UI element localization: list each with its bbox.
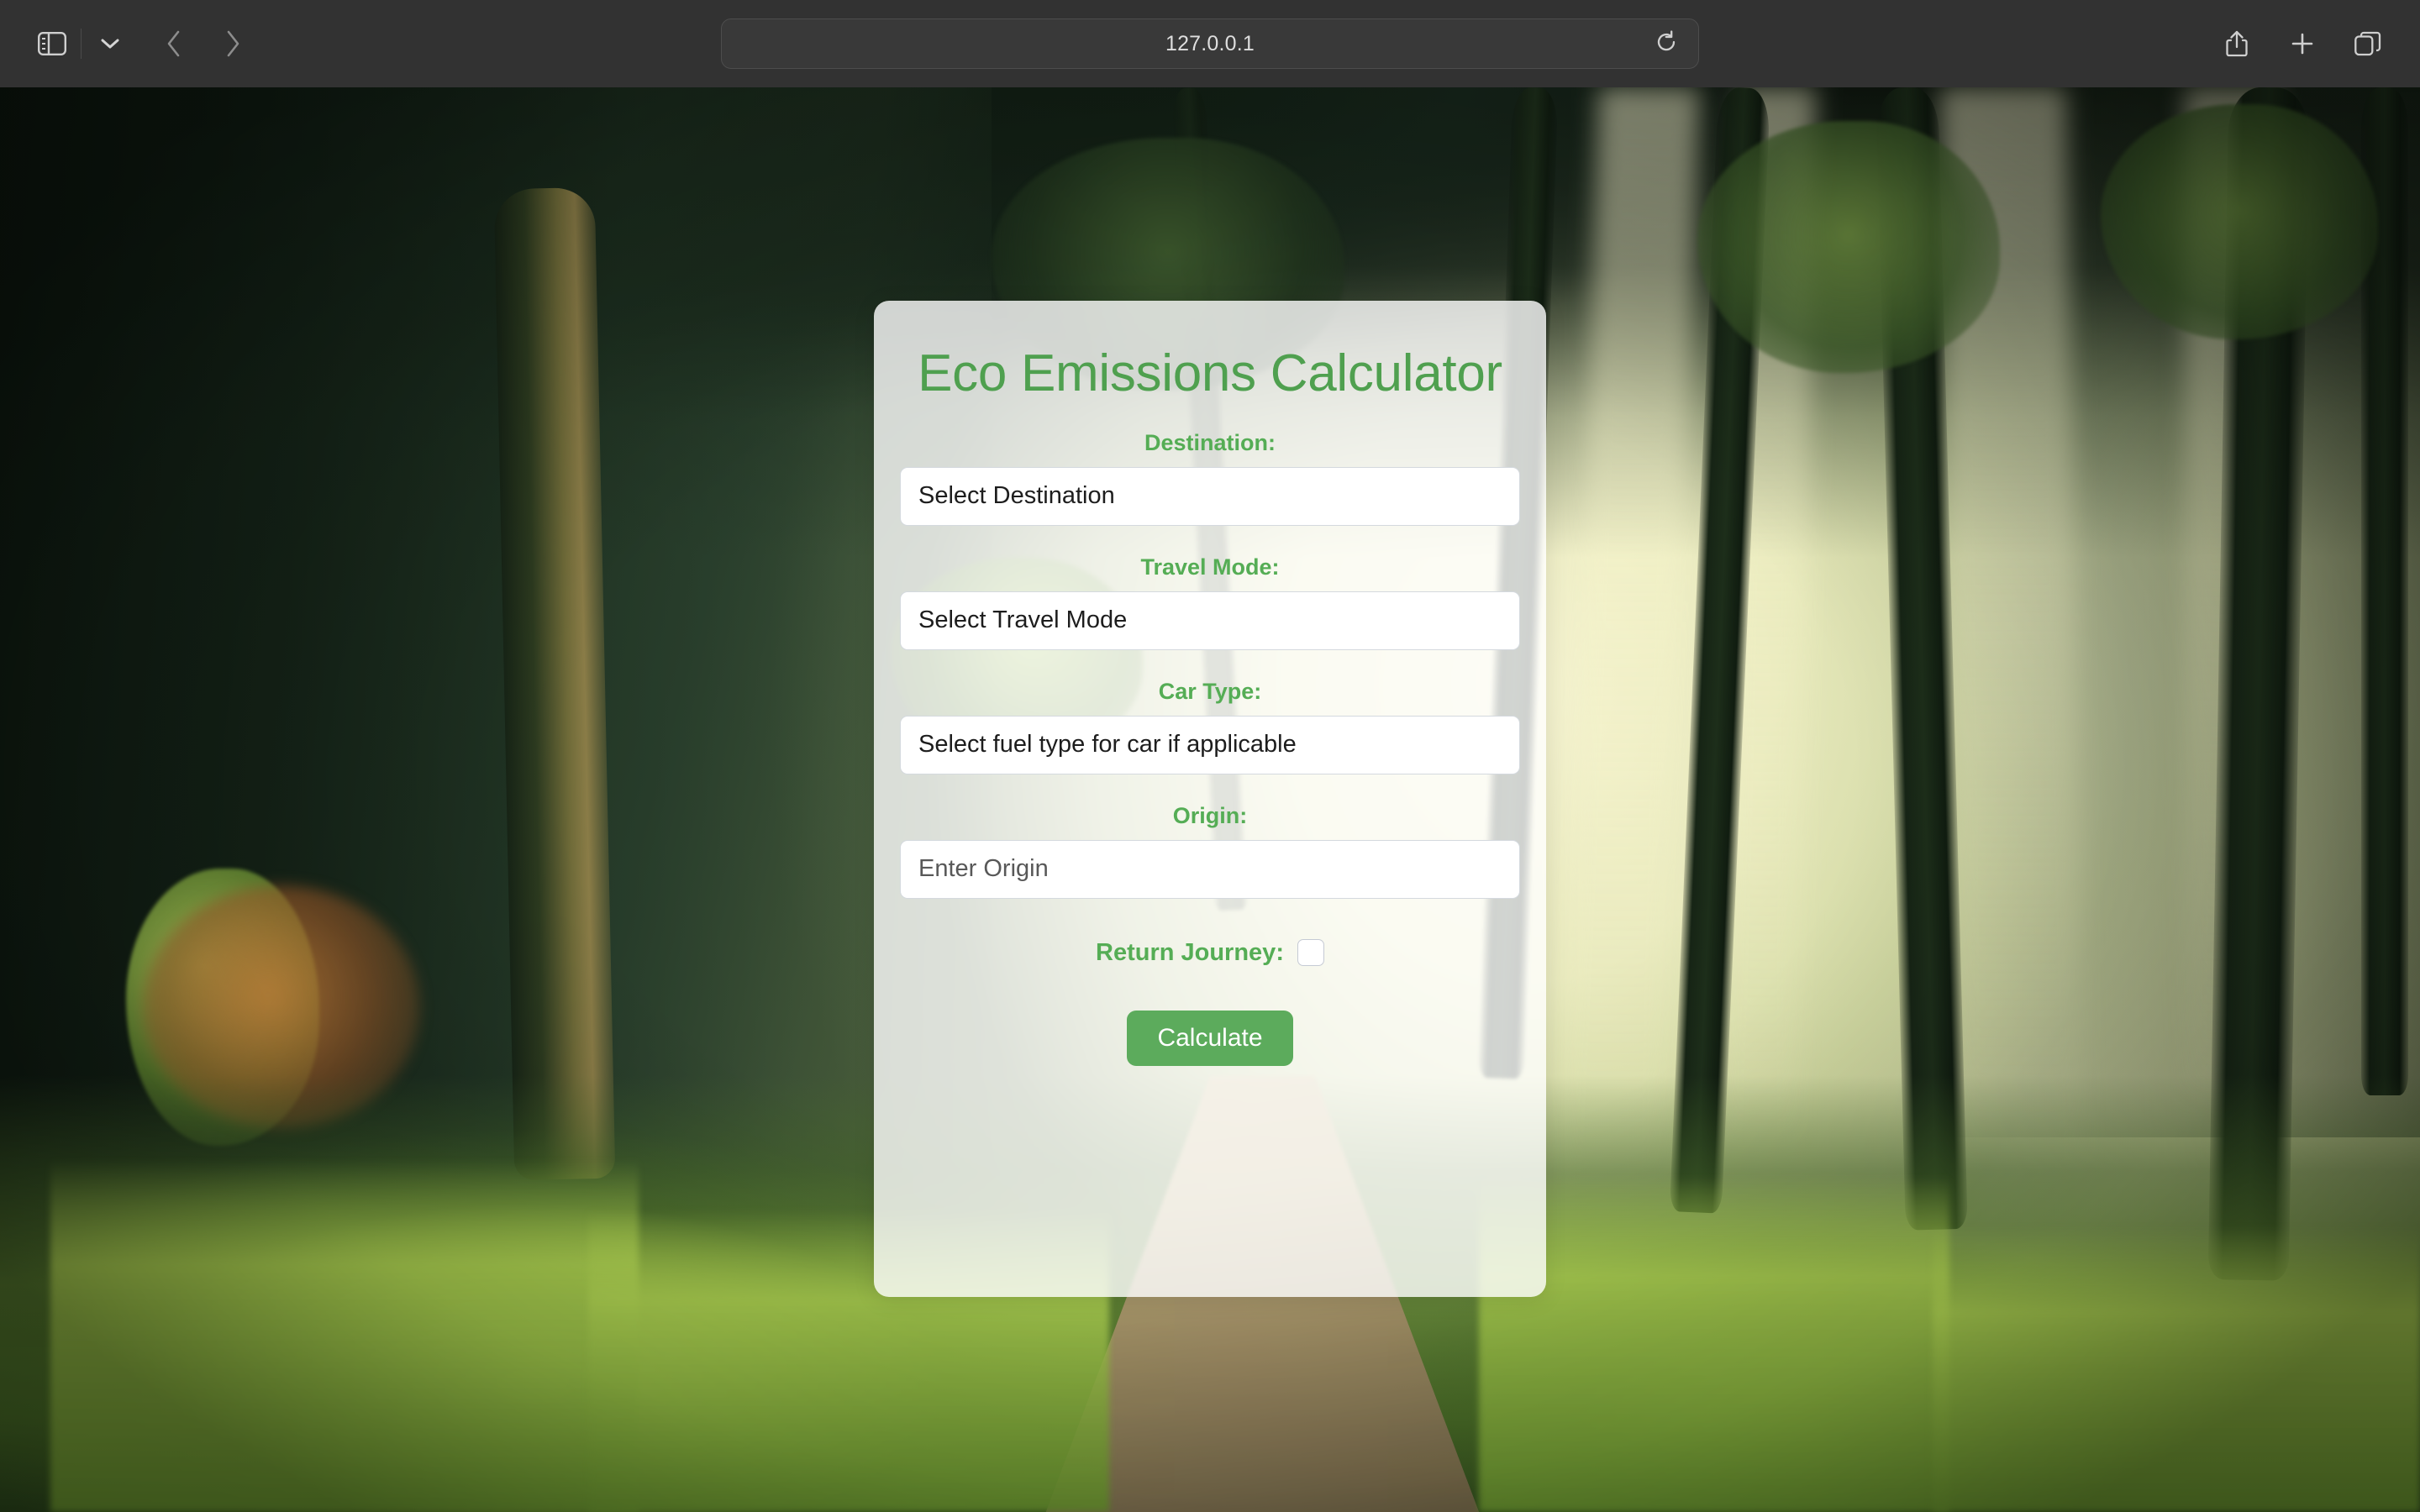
plus-icon	[2290, 31, 2315, 56]
address-bar-container: 127.0.0.1	[721, 18, 1699, 69]
reload-button[interactable]	[1648, 25, 1685, 62]
destination-label: Destination:	[1144, 429, 1276, 455]
field-origin: Origin: Enter Origin	[900, 774, 1520, 899]
back-button[interactable]	[150, 20, 197, 67]
url-text: 127.0.0.1	[1165, 31, 1255, 55]
car-type-select[interactable]: Select fuel type for car if applicable	[900, 715, 1520, 774]
tab-overview-button[interactable]	[2344, 20, 2391, 67]
origin-input[interactable]: Enter Origin	[900, 839, 1520, 899]
toolbar-left-group	[29, 20, 256, 67]
page-title: Eco Emissions Calculator	[918, 344, 1502, 402]
calculator-card: Eco Emissions Calculator Destination: Se…	[874, 301, 1546, 1297]
car-type-label: Car Type:	[1158, 678, 1262, 704]
chevron-down-icon	[100, 37, 120, 50]
return-journey-checkbox[interactable]	[1297, 939, 1324, 967]
share-button[interactable]	[2213, 20, 2260, 67]
page-viewport: Eco Emissions Calculator Destination: Se…	[0, 87, 2420, 1512]
tree-trunk	[493, 186, 616, 1181]
browser-toolbar: 127.0.0.1	[0, 0, 2420, 87]
back-arrow-icon	[166, 29, 182, 58]
forward-button[interactable]	[209, 20, 256, 67]
grass-tuft	[1933, 1226, 2420, 1512]
grass-tuft	[1479, 1176, 1949, 1512]
address-bar[interactable]: 127.0.0.1	[721, 18, 1699, 69]
sidebar-icon	[38, 32, 66, 55]
travel-mode-select[interactable]: Select Travel Mode	[900, 591, 1520, 650]
navigation-arrows	[150, 20, 256, 67]
forward-arrow-icon	[224, 29, 241, 58]
tab-overview-icon	[2354, 31, 2381, 56]
return-journey-row: Return Journey:	[906, 939, 1514, 967]
new-tab-button[interactable]	[2279, 20, 2326, 67]
reload-icon	[1655, 29, 1677, 58]
share-icon	[2224, 29, 2249, 58]
sidebar-options-button[interactable]	[87, 20, 134, 67]
field-car-type: Car Type: Select fuel type for car if ap…	[900, 650, 1520, 774]
foliage-clump	[1697, 121, 2000, 373]
field-destination: Destination: Select Destination	[900, 402, 1520, 526]
grass-tuft	[50, 1159, 639, 1512]
calculate-button[interactable]: Calculate	[1127, 1010, 1293, 1066]
field-travel-mode: Travel Mode: Select Travel Mode	[900, 526, 1520, 650]
return-journey-label: Return Journey:	[1096, 938, 1284, 966]
toolbar-divider	[81, 29, 82, 59]
origin-label: Origin:	[1172, 802, 1248, 828]
travel-mode-label: Travel Mode:	[1140, 554, 1280, 580]
destination-select[interactable]: Select Destination	[900, 466, 1520, 526]
sidebar-toggle-button[interactable]	[29, 20, 76, 67]
toolbar-right-group	[2213, 20, 2391, 67]
foliage-clump	[2101, 104, 2378, 339]
